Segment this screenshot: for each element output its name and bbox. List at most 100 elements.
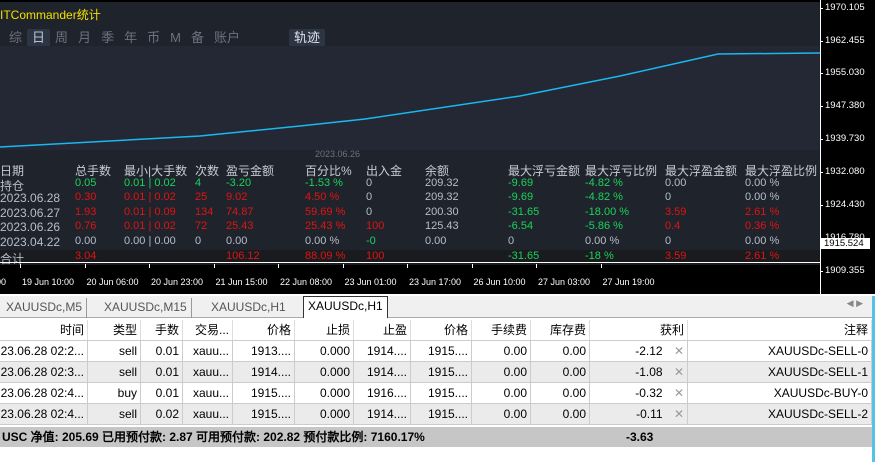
stats-row: 2023.06.26 0.76 0.01 | 0.02 72 25.43 25.43 % 1… xyxy=(0,220,820,235)
table-cell: 0.00 xyxy=(472,404,531,424)
table-row: 23.06.28 02:2... sell 0.01 xauu... 1913.... 0… xyxy=(0,341,872,362)
table-cell: -0.11 ✕ xyxy=(590,404,688,424)
stats-cell: 125.43 xyxy=(425,220,459,232)
table-cell: 0.00 xyxy=(531,362,590,382)
table-row: 23.06.28 02:3... sell 0.01 xauu... 1914.... 0… xyxy=(0,362,872,383)
table-cell: 1914.... xyxy=(354,404,411,424)
nav-item[interactable]: 账户 xyxy=(209,29,245,47)
time-label: 27 Jun 03:00 xyxy=(535,264,591,287)
stats-cell: 0 xyxy=(665,234,672,247)
track-button[interactable]: 轨迹 xyxy=(289,29,326,47)
chart-tabs: ◀ ▶ XAUUSDc,M5 XAUUSDc,M15 XAUUSDc,H1 XAUUS… xyxy=(0,296,875,318)
close-position-icon[interactable]: ✕ xyxy=(671,386,684,400)
column-header[interactable]: 止损 xyxy=(295,320,354,340)
stats-cell: 2.61 % xyxy=(745,205,780,218)
stats-cell: 9.02 xyxy=(226,191,248,203)
stats-cell: 0.00 xyxy=(75,234,97,247)
stats-cell: 0.36 % xyxy=(745,220,780,232)
nav-item[interactable]: M xyxy=(165,29,186,47)
stats-cell: 2023.04.22 xyxy=(0,234,61,249)
summary-text: USC 净值: 205.69 已用预付款: 2.87 可用预付款: 202.82… xyxy=(2,430,425,444)
nav-item[interactable]: 综 xyxy=(4,29,27,47)
stats-table: 日期 总手数 最小|大手数 次数 盈亏金额 百分比% 出入金 余额 最大浮亏金额 最大浮亏比例 最大… xyxy=(0,162,820,266)
time-label: 21 Jun 15:00 xyxy=(213,264,268,287)
table-cell: 1915.... xyxy=(233,404,295,424)
stats-cell: -18.00 % xyxy=(585,205,630,218)
table-cell: 0.00 xyxy=(531,404,590,424)
price-label: 1955.030 xyxy=(820,67,865,78)
table-row: 23.06.28 02:4... sell 0.02 xauu... 1915.... 0… xyxy=(0,404,872,425)
stats-cell: -0 xyxy=(366,234,376,247)
table-cell: 0.000 xyxy=(295,383,354,403)
time-label: 20 Jun 06:00 xyxy=(84,264,139,287)
stats-cell: 0.00 xyxy=(226,234,248,247)
table-cell: 0.00 xyxy=(472,341,531,361)
chart-tab[interactable]: XAUUSDc,H1 xyxy=(303,296,388,318)
table-cell: 0.000 xyxy=(295,341,354,361)
stats-cell: -6.54 xyxy=(508,220,534,232)
stats-cell: 0.00 % xyxy=(305,234,340,247)
column-header[interactable]: 获利 xyxy=(590,320,688,340)
column-header[interactable]: 手数 xyxy=(141,320,183,340)
profit-value: -0.11 xyxy=(636,407,663,421)
price-label: 1970.105 xyxy=(820,2,865,13)
profit-value: -0.32 xyxy=(635,386,663,400)
stats-header-row: 日期 总手数 最小|大手数 次数 盈亏金额 百分比% 出入金 余额 最大浮亏金额 最大浮亏比例 最大… xyxy=(0,162,820,178)
column-header[interactable]: 类型 xyxy=(88,320,141,340)
close-position-icon[interactable]: ✕ xyxy=(671,344,684,358)
table-cell: 1915.... xyxy=(411,383,472,403)
chart-tab[interactable]: XAUUSDc,M15 xyxy=(100,298,192,318)
nav-item[interactable]: 备 xyxy=(186,29,209,47)
close-position-icon[interactable]: ✕ xyxy=(671,365,684,379)
close-position-icon[interactable]: ✕ xyxy=(671,407,684,421)
tab-scroll-arrows-icon[interactable]: ◀ ▶ xyxy=(847,298,863,309)
table-cell: 1915.... xyxy=(411,362,472,382)
table-cell: -1.08 ✕ xyxy=(590,362,688,382)
column-header[interactable]: 手续费 xyxy=(472,320,531,340)
stats-cell: 209.32 xyxy=(425,176,459,189)
column-header[interactable]: 时间 xyxy=(0,320,88,340)
stats-cell: 2023.06.27 xyxy=(0,205,61,220)
trade-table: 时间 类型 手数 交易... 价格 止损 止盈 价格 手续费 库存费 获利 注释 23.06.28 02… xyxy=(0,320,872,425)
column-header[interactable]: 止盈 xyxy=(354,320,411,340)
table-cell: 0.000 xyxy=(295,362,354,382)
nav-item[interactable]: 周 xyxy=(50,29,73,47)
stats-cell: 134 xyxy=(195,205,214,218)
stats-cell: 1.93 xyxy=(75,205,97,218)
table-cell: -2.12 ✕ xyxy=(590,341,688,361)
stats-cell: 0.00 % xyxy=(745,234,780,247)
time-label: 23 Jun 01:00 xyxy=(342,264,397,287)
nav-item[interactable]: 月 xyxy=(73,29,96,47)
table-cell: 0.02 xyxy=(141,404,183,424)
table-cell: XAUUSDc-SELL-0 xyxy=(688,341,872,361)
table-cell: 0.00 xyxy=(472,362,531,382)
nav-item[interactable]: 季 xyxy=(96,29,119,47)
stats-cell: 0.30 xyxy=(75,191,97,203)
table-cell: sell xyxy=(88,404,141,424)
chart-tab[interactable]: XAUUSDc,H1 xyxy=(207,298,290,318)
table-cell: 0.01 xyxy=(141,383,183,403)
column-header[interactable]: 价格 xyxy=(233,320,295,340)
chart-window[interactable]: ITCommander统计 综日周月季年币 M 备账户 轨迹 2023.06.26 … xyxy=(0,0,875,294)
stats-cell: 25.43 xyxy=(226,220,254,232)
table-cell: sell xyxy=(88,362,141,382)
column-header[interactable]: 库存费 xyxy=(531,320,590,340)
stats-cell: 3.59 xyxy=(665,205,687,218)
time-axis: 00 19 Jun 10:00 20 Jun 06:00 20 Jun 23:00 21… xyxy=(0,262,820,292)
nav-item[interactable]: 币 xyxy=(142,29,165,47)
nav-item[interactable]: 年 xyxy=(119,29,142,47)
column-header[interactable]: 价格 xyxy=(411,320,472,340)
stats-cell: 100 xyxy=(366,220,385,232)
stats-cell: 200.30 xyxy=(425,205,459,218)
column-header[interactable]: 注释 xyxy=(688,320,872,340)
table-cell: 1913.... xyxy=(233,341,295,361)
stats-cell: 59.69 % xyxy=(305,205,346,218)
nav-item[interactable]: 日 xyxy=(27,29,51,47)
chart-tab[interactable]: XAUUSDc,M5 xyxy=(2,298,88,318)
table-cell: 0.00 xyxy=(531,341,590,361)
table-cell: XAUUSDc-SELL-2 xyxy=(688,404,872,424)
column-header[interactable]: 交易... xyxy=(183,320,233,340)
stats-cell: 0 xyxy=(195,234,202,247)
stats-cell: 0.76 xyxy=(75,220,97,232)
stats-cell: 0 xyxy=(366,205,373,218)
